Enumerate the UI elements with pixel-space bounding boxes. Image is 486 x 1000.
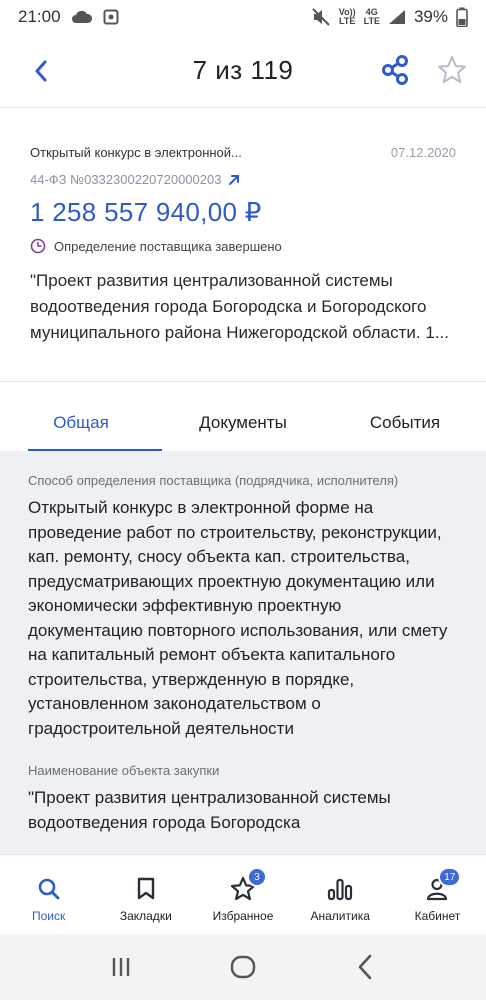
field-label-supplier-method: Способ определения поставщика (подрядчик… [28, 473, 399, 488]
bottom-nav-label: Аналитика [310, 909, 370, 923]
purchase-description: "Проект развития централизованной систем… [30, 271, 449, 342]
bookmark-icon [132, 875, 160, 903]
recent-apps-button[interactable] [101, 947, 141, 987]
user-icon: 17 [423, 867, 462, 903]
bottom-nav-label: Закладки [119, 909, 172, 923]
field-label-purchase-object: Наименование объекта закупки [28, 763, 220, 778]
purchase-summary-card: Открытый конкурс в электронной... 07.12.… [0, 109, 486, 382]
search-icon [35, 875, 63, 903]
back-chevron-icon [358, 954, 372, 980]
bottom-nav-label: Поиск [31, 909, 66, 923]
bottom-navigation: Поиск Закладки 3 Избранное Аналитика 17 … [0, 854, 486, 934]
page-counter-title: 7 из 119 [192, 55, 294, 85]
tab-general[interactable]: Общая [0, 395, 162, 451]
status-row: Определение поставщика завершено [30, 238, 456, 254]
chevron-left-icon [35, 60, 47, 82]
recent-apps-icon [112, 958, 130, 976]
bottom-nav-search[interactable]: Поиск [0, 855, 97, 934]
tab-events[interactable]: События [324, 395, 486, 451]
bottom-nav-label: Избранное [212, 909, 274, 923]
mute-icon [311, 8, 331, 26]
tab-documents[interactable]: Документы [162, 395, 324, 451]
bottom-nav-bookmarks[interactable]: Закладки [97, 855, 194, 934]
share-button[interactable] [380, 54, 412, 86]
home-icon [230, 955, 256, 979]
status-text: Определение поставщика завершено [54, 238, 282, 254]
clock-icon [30, 238, 46, 254]
favorite-button[interactable] [436, 54, 468, 86]
volte-indicator: Vo)) LTE [338, 7, 356, 26]
external-link-arrow-icon [229, 174, 240, 185]
share-icon [382, 55, 408, 85]
battery-icon [456, 7, 468, 27]
bottom-nav-label: Кабинет [414, 909, 461, 923]
account-badge: 17 [438, 867, 462, 887]
gallery-icon [103, 9, 119, 25]
purchase-price: 1 258 557 940,00 ₽ [30, 197, 262, 227]
publish-date: 07.12.2020 [390, 145, 456, 160]
network-type-indicator: 4G LTE [363, 7, 380, 26]
back-button[interactable] [26, 56, 56, 86]
analytics-icon [326, 875, 354, 903]
battery-percent: 39% [413, 7, 448, 26]
purchase-number-link[interactable]: 44-ФЗ №0332300220720000203 [30, 172, 456, 187]
signal-icon [388, 9, 406, 25]
star-outline-icon [438, 56, 466, 83]
bottom-nav-analytics[interactable]: Аналитика [292, 855, 389, 934]
favorites-badge: 3 [247, 867, 267, 887]
detail-tabs: Общая Документы События [0, 395, 486, 451]
star-icon: 3 [229, 867, 267, 903]
system-navigation-bar [0, 934, 486, 1000]
top-navigation: 7 из 119 [0, 34, 486, 108]
status-bar: 21:00 Vo)) LTE 4G LTE 39% [0, 0, 486, 34]
bottom-nav-account[interactable]: 17 Кабинет [389, 855, 486, 934]
cloud-icon [71, 10, 93, 24]
procurement-type: Открытый конкурс в электронной... [30, 145, 242, 160]
general-info-panel[interactable]: Способ определения поставщика (подрядчик… [0, 451, 486, 854]
field-value-purchase-object: "Проект развития централизованной систем… [28, 788, 391, 832]
field-value-supplier-method: Открытый конкурс в электронной форме на … [28, 498, 448, 738]
system-back-button[interactable] [345, 947, 385, 987]
home-button[interactable] [223, 947, 263, 987]
status-time: 21:00 [18, 7, 61, 26]
purchase-number: 44-ФЗ №0332300220720000203 [30, 172, 222, 187]
bottom-nav-favorites[interactable]: 3 Избранное [194, 855, 291, 934]
